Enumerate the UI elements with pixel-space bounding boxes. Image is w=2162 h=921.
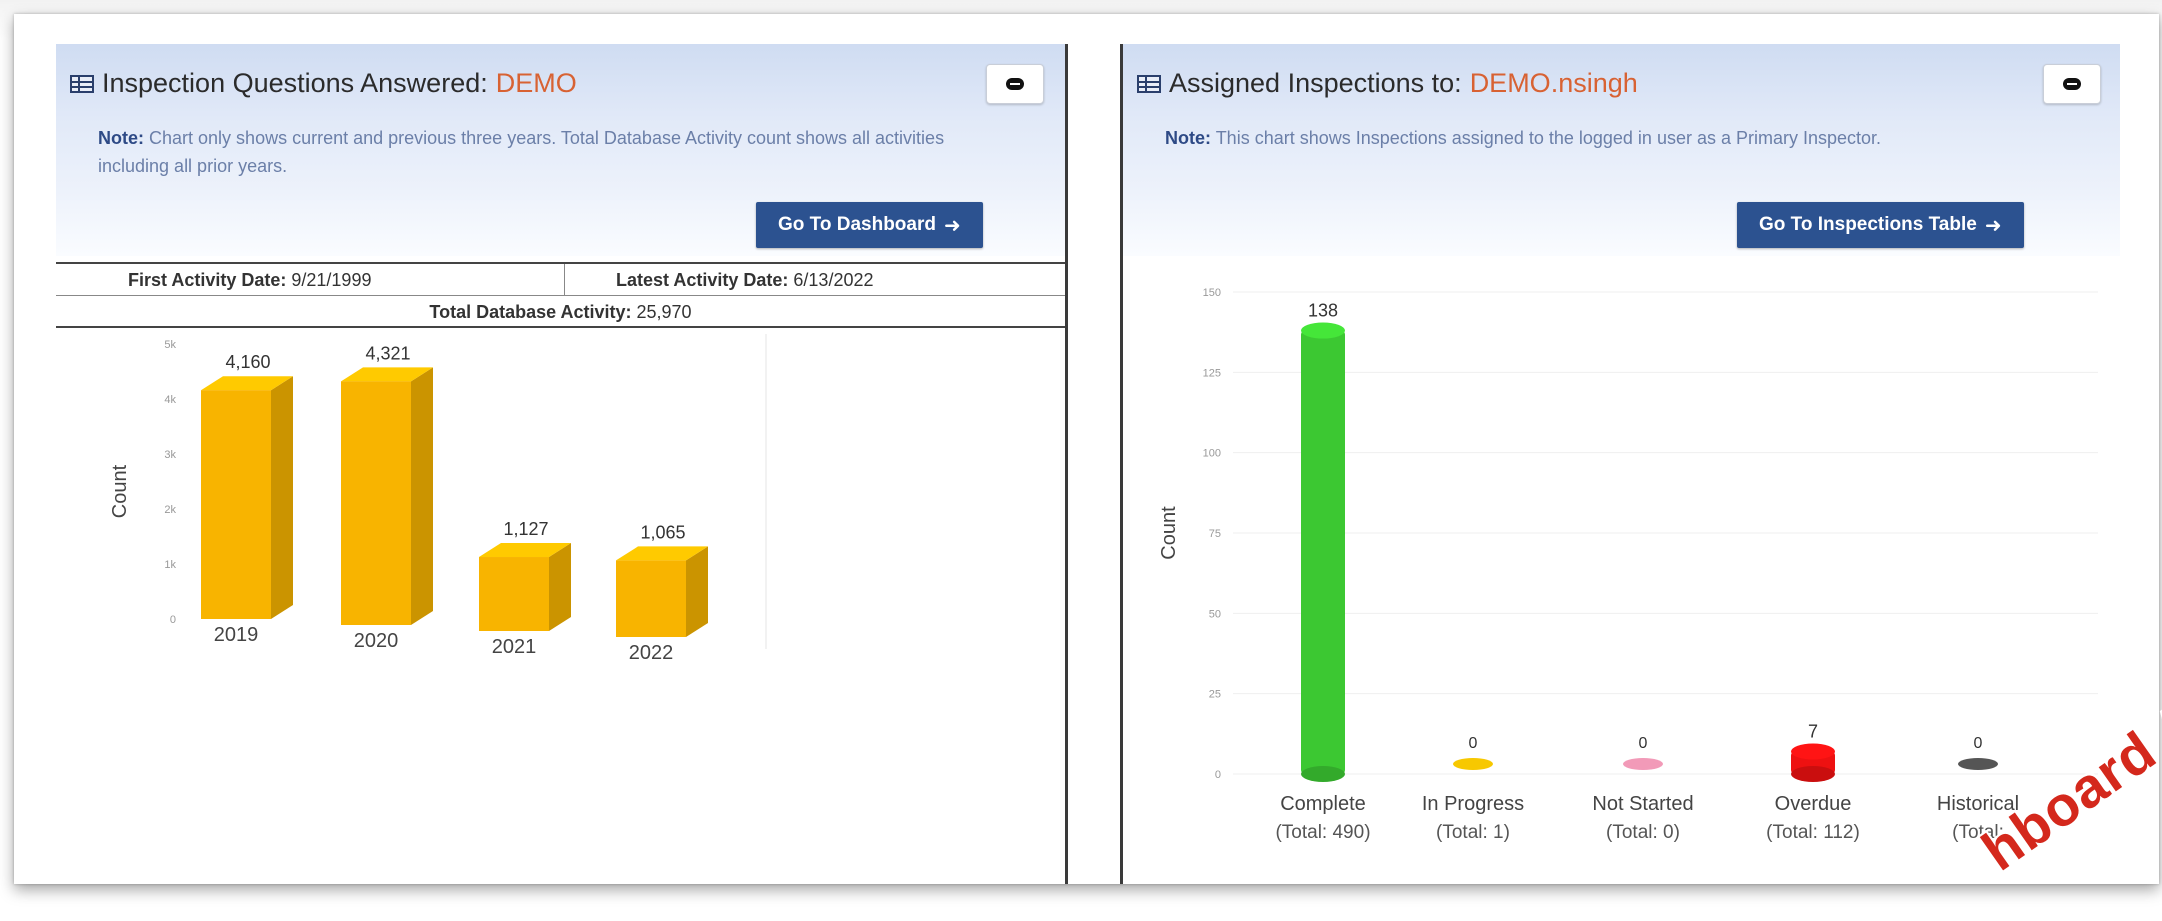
assigned-inspections-panel: Assigned Inspections to: DEMO.nsingh Not… (1120, 44, 2120, 884)
arrow-right-icon: ➜ (1984, 214, 2002, 237)
bar-base (1301, 766, 1345, 782)
x-category-total: (Total: 112) (1766, 822, 1860, 843)
total-activity-label: Total Database Activity: (429, 302, 632, 322)
go-to-inspections-label: Go To Inspections Table (1759, 214, 1977, 235)
panel-title-user: DEMO.nsingh (1469, 68, 1638, 98)
x-category-label: Overdue (1775, 793, 1852, 815)
cell-divider (564, 264, 565, 296)
y-tick-label: 75 (1209, 528, 1221, 540)
y-axis-label: Count (109, 464, 131, 518)
bar (479, 557, 549, 631)
yearly-activity-chart: 0 1k 2k 3k 4k 5k Count 4,160 2019 4,321 2020 1,127 2… (109, 334, 767, 664)
collapse-button[interactable] (2043, 64, 2101, 104)
bar-base (1791, 766, 1835, 782)
y-tick-label: 100 (1203, 448, 1221, 460)
bar-value-label: 7 (1808, 722, 1818, 742)
bar (341, 381, 411, 625)
bar-value-label: 1,127 (503, 519, 548, 539)
minus-icon (2063, 78, 2081, 90)
x-category-label: 2022 (629, 642, 674, 664)
y-tick-label: 0 (170, 614, 176, 626)
bar (616, 560, 686, 637)
note-text: Chart only shows current and previous th… (98, 128, 945, 176)
y-axis-label: Count (1158, 506, 1180, 560)
panel-title-user: DEMO (495, 68, 577, 98)
inspection-questions-panel: Inspection Questions Answered: DEMO Note… (56, 44, 1068, 884)
arrow-right-icon: ➜ (943, 214, 961, 237)
y-tick-label: 150 (1203, 287, 1221, 299)
x-category-total: (Total: 1) (1436, 822, 1510, 843)
first-activity-label: First Activity Date: (128, 270, 287, 290)
minus-icon (1006, 78, 1024, 90)
go-to-dashboard-button[interactable]: Go To Dashboard ➜ (756, 202, 983, 248)
x-category-total: (Total: 490) (1275, 822, 1370, 843)
panel-title-text: Assigned Inspections to: (1169, 68, 1462, 98)
latest-activity-label: Latest Activity Date: (616, 270, 789, 290)
panel-title: Assigned Inspections to: DEMO.nsingh (1137, 68, 1638, 99)
bar-value-label: 4,321 (365, 343, 410, 363)
bar-value-label: 138 (1308, 301, 1338, 321)
first-activity-date: First Activity Date: 9/21/1999 (128, 270, 371, 291)
note-label: Note: (98, 128, 144, 148)
note-label: Note: (1165, 128, 1211, 148)
bar-value-label: 4,160 (225, 352, 270, 372)
x-category-label: 2021 (492, 636, 537, 658)
bar-value-label: 0 (1639, 735, 1648, 752)
y-tick-label: 50 (1209, 608, 1221, 620)
bar-value-label: 0 (1469, 735, 1478, 752)
bar-disc (1958, 758, 1998, 770)
total-activity-value: 25,970 (636, 302, 692, 322)
bar-top (1301, 322, 1345, 339)
bar (201, 390, 271, 619)
bar-disc (1453, 758, 1493, 770)
y-tick-label: 1k (164, 559, 176, 571)
x-category-label: 2019 (214, 624, 259, 646)
activity-summary-table: First Activity Date: 9/21/1999 Latest Ac… (56, 262, 1065, 328)
y-tick-label: 4k (164, 394, 176, 406)
bar-value-label: 1,065 (640, 522, 685, 542)
x-category-label: In Progress (1422, 793, 1524, 815)
bar-side (549, 543, 571, 631)
x-category-label: Complete (1280, 793, 1366, 815)
panel-title: Inspection Questions Answered: DEMO (70, 68, 577, 99)
panel-note: Note: Chart only shows current and previ… (98, 124, 998, 180)
dashboard-card: Inspection Questions Answered: DEMO Note… (14, 14, 2159, 884)
total-database-activity: Total Database Activity: 25,970 (56, 298, 1065, 328)
x-category-label: 2020 (354, 630, 399, 652)
bar-disc (1623, 758, 1663, 770)
inspection-status-chart: 0 25 50 75 100 125 150 Count 138 Complete (Total: … (1158, 287, 2098, 843)
latest-activity-date: Latest Activity Date: 6/13/2022 (616, 270, 873, 291)
bar-side (686, 546, 708, 637)
table-icon (1137, 74, 1161, 93)
chart-plot: 0 1k 2k 3k 4k 5k Count 4,160 2019 4,321 2020 1,127 2… (109, 334, 767, 664)
bar-top (1791, 743, 1835, 760)
bar (1301, 330, 1345, 774)
panel-note: Note: This chart shows Inspections assig… (1165, 124, 2045, 152)
y-tick-label: 5k (164, 339, 176, 351)
panel-header: Assigned Inspections to: DEMO.nsingh Not… (1123, 44, 2120, 256)
y-tick-label: 3k (164, 449, 176, 461)
note-text: This chart shows Inspections assigned to… (1215, 128, 1882, 148)
y-tick-label: 0 (1215, 769, 1221, 781)
bar-value-label: 0 (1974, 735, 1983, 752)
x-category-label: Not Started (1592, 793, 1693, 815)
panel-header: Inspection Questions Answered: DEMO Note… (56, 44, 1065, 256)
go-to-inspections-table-button[interactable]: Go To Inspections Table ➜ (1737, 202, 2024, 248)
y-tick-label: 25 (1209, 689, 1221, 701)
x-category-total: (Total: 0) (1606, 822, 1680, 843)
first-activity-value: 9/21/1999 (291, 270, 372, 290)
chart-plot: 0 25 50 75 100 125 150 Count 138 Complete (Total: … (1158, 287, 2098, 843)
panel-title-text: Inspection Questions Answered: (102, 68, 488, 98)
table-icon (70, 74, 94, 93)
y-tick-label: 2k (164, 504, 176, 516)
bar-side (411, 367, 433, 625)
latest-activity-value: 6/13/2022 (793, 270, 874, 290)
y-tick-label: 125 (1203, 367, 1221, 379)
go-to-dashboard-label: Go To Dashboard (778, 214, 936, 235)
collapse-button[interactable] (986, 64, 1044, 104)
bar-side (271, 376, 293, 619)
